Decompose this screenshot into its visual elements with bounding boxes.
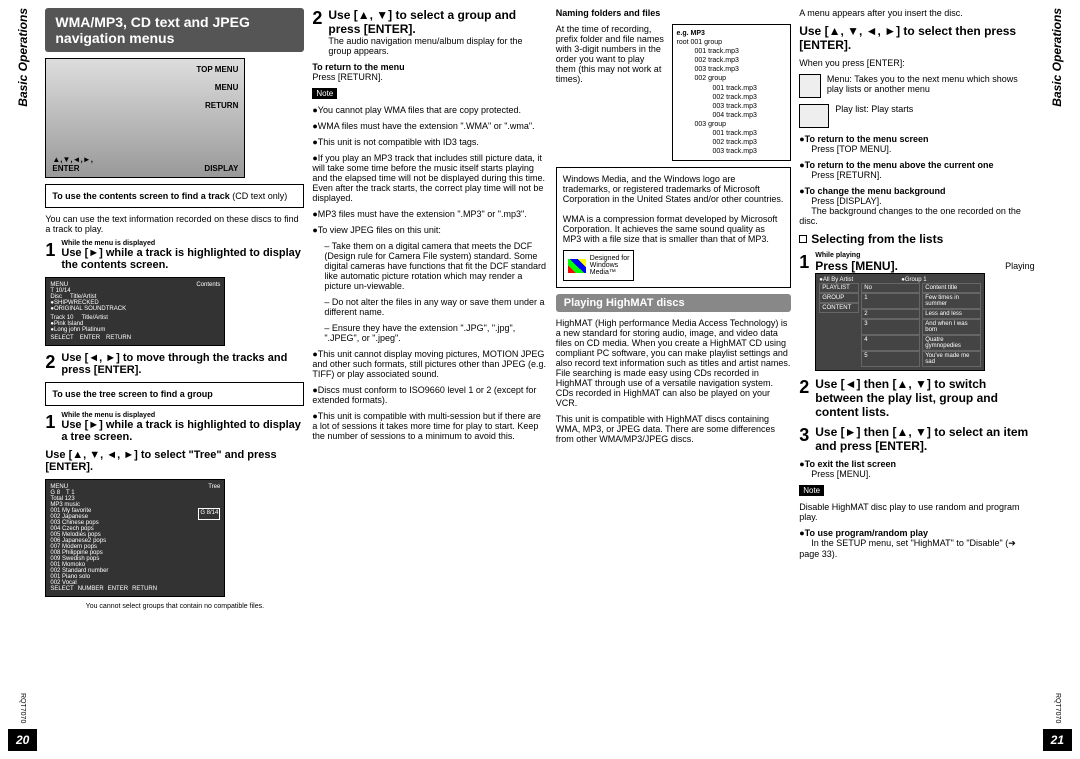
selecting-heading: Selecting from the lists [811,232,943,246]
doc-code-left: RQT7070 [19,693,26,723]
col4-step-2: 2 [799,377,809,398]
note-item: ●This unit cannot display moving picture… [312,349,547,379]
menu-desc: Takes you to the next menu which shows p… [827,74,1018,94]
program-play-heading: ●To use program/random play [799,528,928,538]
return-body: Press [RETURN]. [312,72,547,82]
step-1-text: Use [►] while a track is highlighted to … [61,247,304,271]
step-2-text: Use [◄, ►] to move through the tracks an… [61,352,304,376]
step-1b-text: Use [►] while a track is highlighted to … [61,419,304,443]
box-title: To use the contents screen to find a tra… [52,191,229,201]
note-item: ●If you play an MP3 track that includes … [312,153,547,203]
note-item: ●MP3 files must have the extension ".MP3… [312,209,547,219]
col2-step-2: 2 [312,8,322,29]
eg-label: e.g. MP3 [677,30,705,37]
contents-screen: MENUContents T 10/14 DiscTitle/Artist ●S… [45,277,225,346]
col4-intro: A menu appears after you insert the disc… [799,8,1034,18]
col4-step1-text: Press [MENU]. [815,259,898,273]
wma-description: WMA is a compression format developed by… [563,214,784,244]
bullet-b2: The background changes to the one record… [799,206,1021,226]
square-bullet-icon [799,235,807,243]
note-item: ●To view JPEG files on this unit: [312,225,547,235]
label-return: RETURN [205,101,238,110]
note-badge: Note [799,485,824,496]
bullet-b: Press [RETURN]. [811,170,882,180]
note-item: ●This unit is compatible with multi-sess… [312,411,547,441]
note-item: ●Discs must conform to ISO9660 level 1 o… [312,385,547,405]
label-menu: MENU [215,83,239,92]
step-1b-while: While the menu is displayed [61,412,304,419]
step-while: While the menu is displayed [61,240,304,247]
box-tree-screen: To use the tree screen to find a group [45,382,304,406]
col4-step1-while: While playing [815,252,1034,259]
windows-media-box: Windows Media, and the Windows logo are … [556,167,791,288]
col4-step-3: 3 [799,425,809,446]
bullet-h: ●To change the menu background [799,186,945,196]
col4-step-select: Use [▲, ▼, ◄, ►] to select then press [E… [799,24,1034,52]
page-title: WMA/MP3, CD text and JPEG navigation men… [45,8,304,52]
section-label-right: Basic Operations [1050,8,1064,107]
playlist-icon [799,104,829,128]
windows-flag-icon [568,259,586,273]
menu-list-screen: ●All By Artist●Group 1 PLAYLIST GROUP CO… [815,273,985,371]
windows-media-badge: Designed for Windows Media™ [590,255,630,276]
note-subitem: – Ensure they have the extension ".JPG",… [324,323,547,343]
col2-step2-title: Use [▲, ▼] to select a group and press [… [328,8,547,36]
section-label-left: Basic Operations [16,8,30,107]
bullet-b: Press [DISPLAY]. [811,196,881,206]
note-badge: Note [312,88,337,99]
exit-body: Press [MENU]. [811,469,871,479]
return-heading: To return to the menu [312,62,547,72]
menu-label: Menu: [827,74,852,84]
col2-step2-body: The audio navigation menu/album display … [328,36,547,56]
tree-footnote: You cannot select groups that contain no… [45,603,304,610]
page-number-right: 21 [1043,729,1072,751]
highmat-heading: Playing HighMAT discs [556,294,791,312]
step-1b: 1 [45,412,55,433]
file-tree-example: e.g. MP3 root 001 group 001 track.mp3 00… [672,24,792,161]
note-subitem: – Do not alter the files in any way or s… [324,297,547,317]
box-contents-screen: To use the contents screen to find a tra… [45,184,304,208]
playlist-desc: Play starts [871,104,913,114]
bullet-h: ●To return to the menu above the current… [799,160,993,170]
step-2: 2 [45,352,55,373]
step-1: 1 [45,240,55,261]
naming-heading: Naming folders and files [556,8,791,18]
playing-label: Playing [1005,261,1035,271]
note-item: ●You cannot play WMA files that are copy… [312,105,547,115]
wm-trademark: Windows Media, and the Windows logo are … [563,174,784,204]
intro-text: You can use the text information recorde… [45,214,304,234]
tree-screen: MENUTree G 8T 1 Total 123 MP3 music 001 … [45,479,225,597]
naming-body: At the time of recording, prefix folder … [556,24,666,84]
bullet-b: Press [TOP MENU]. [811,144,891,154]
box-title-note: (CD text only) [232,191,287,201]
program-play-body: In the SETUP menu, set "HighMAT" to "Dis… [799,538,1016,559]
note-body: Disable HighMAT disc play to use random … [799,502,1034,522]
when-enter: When you press [ENTER]: [799,58,1034,68]
highmat-body: HighMAT (High performance Media Access T… [556,318,791,408]
label-top-menu: TOP MENU [196,65,238,74]
doc-code-right: RQT7070 [1054,693,1061,723]
exit-heading: ●To exit the list screen [799,459,896,469]
device-illustration: TOP MENU MENU RETURN ▲,▼,◄,►, ENTER DISP… [45,58,245,178]
note-item: ●This unit is not compatible with ID3 ta… [312,137,547,147]
playlist-label: Play list: [835,104,869,114]
highmat-compat: This unit is compatible with HighMAT dis… [556,414,791,444]
label-display: DISPLAY [204,164,238,173]
step-tree-text: Use [▲, ▼, ◄, ►] to select "Tree" and pr… [45,449,304,473]
note-item: ●WMA files must have the extension ".WMA… [312,121,547,131]
menu-icon [799,74,821,98]
col4-step3-text: Use [►] then [▲, ▼] to select an item an… [815,425,1034,453]
bullet-h: ●To return to the menu screen [799,134,928,144]
page-number-left: 20 [8,729,37,751]
note-subitem: – Take them on a digital camera that mee… [324,241,547,291]
col4-step2-text: Use [◄] then [▲, ▼] to switch between th… [815,377,1034,419]
col4-step-1: 1 [799,252,809,273]
label-cursor-enter: ▲,▼,◄,►, ENTER [52,155,93,173]
